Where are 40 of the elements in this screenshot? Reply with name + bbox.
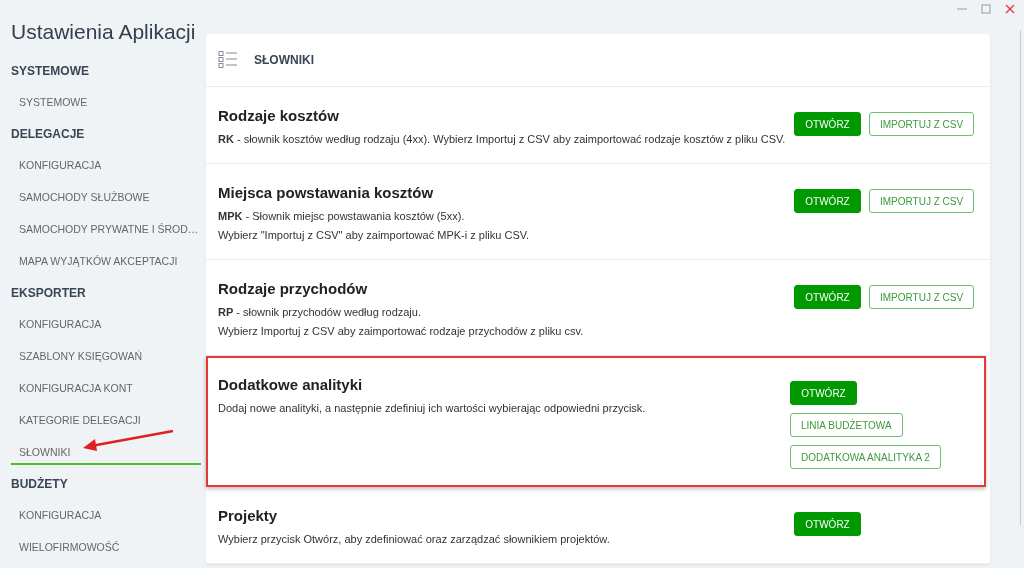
section-title: Rodzaje kosztów	[218, 107, 340, 124]
section-title: Miejsca powstawania kosztów	[218, 184, 435, 201]
sidebar-item[interactable]: KATEGORIE DELEGACJI	[11, 409, 201, 433]
panel-title: SŁOWNIKI	[254, 53, 314, 67]
open-button[interactable]: OTWÓRZ	[794, 285, 861, 309]
sidebar-item[interactable]: MAPA WYJĄTKÓW AKCEPTACJI	[11, 250, 201, 274]
section-description: MPK - Słownik miejsc powstawania kosztów (5xx).	[218, 209, 466, 224]
sidebar-item[interactable]: KONFIGURACJA	[11, 313, 201, 337]
outline-button[interactable]: IMPORTUJ Z CSV	[869, 285, 975, 309]
section-description: Wybierz "Importuj z CSV" aby zaimportować MPK-i z pliku CSV.	[218, 228, 530, 243]
sidebar-item[interactable]: KONFIGURACJA KONT	[11, 377, 201, 401]
section-description: Dodaj nowe analityki, a następnie zdefiniuj ich wartości wybierając odpowiedni przycisk.	[218, 401, 646, 416]
section-description: Wybierz Importuj z CSV aby zaimportować rodzaje przychodów z pliku csv.	[218, 324, 584, 339]
sidebar-item[interactable]: KONFIGURACJA	[11, 154, 201, 178]
outline-button[interactable]: IMPORTUJ Z CSV	[869, 112, 975, 136]
outline-button[interactable]: DODATKOWA ANALITYKA 2	[790, 445, 941, 469]
sidebar-item[interactable]: SAMOCHODY PRYWATNE I ŚROD…	[11, 218, 201, 242]
sidebar-group-label: EKSPORTER	[11, 285, 87, 302]
open-button[interactable]: OTWÓRZ	[794, 189, 861, 213]
open-button[interactable]: OTWÓRZ	[794, 112, 861, 136]
outline-button[interactable]: IMPORTUJ Z CSV	[869, 189, 975, 213]
section-description: RP - słownik przychodów według rodzaju.	[218, 305, 422, 320]
section-title: Rodzaje przychodów	[218, 280, 369, 297]
sidebar-group-label: BUDŻETY	[11, 476, 69, 493]
app-title: Ustawienia Aplikacji	[11, 19, 197, 45]
sidebar-item[interactable]: SAMOCHODY SŁUŻBOWE	[11, 186, 201, 210]
open-button[interactable]: OTWÓRZ	[794, 512, 861, 536]
sidebar-item[interactable]: SZABLONY KSIĘGOWAŃ	[11, 345, 201, 369]
sidebar-item[interactable]: WIELOFIRMOWOŚĆ	[11, 536, 201, 560]
sidebar-group-label: DELEGACJE	[11, 126, 86, 143]
section-title: Projekty	[218, 507, 279, 524]
sidebar-item[interactable]: KONFIGURACJA	[11, 504, 201, 528]
section-description: Wybierz przycisk Otwórz, aby zdefiniować oraz zarządzać słownikiem projektów.	[218, 532, 610, 547]
checklist-icon	[218, 51, 238, 69]
open-button[interactable]: OTWÓRZ	[790, 381, 857, 405]
outline-button[interactable]: LINIA BUDŻETOWA	[790, 413, 903, 437]
section-description: RK - słownik kosztów według rodzaju (4xx). Wybierz Importuj z CSV aby zaimportować rodzaje kosztów z pliku CSV.	[218, 132, 786, 147]
sidebar-item[interactable]: SYSTEMOWE	[11, 91, 201, 115]
section-title: Dodatkowe analityki	[218, 376, 364, 393]
sidebar-group-label: SYSTEMOWE	[11, 63, 90, 80]
